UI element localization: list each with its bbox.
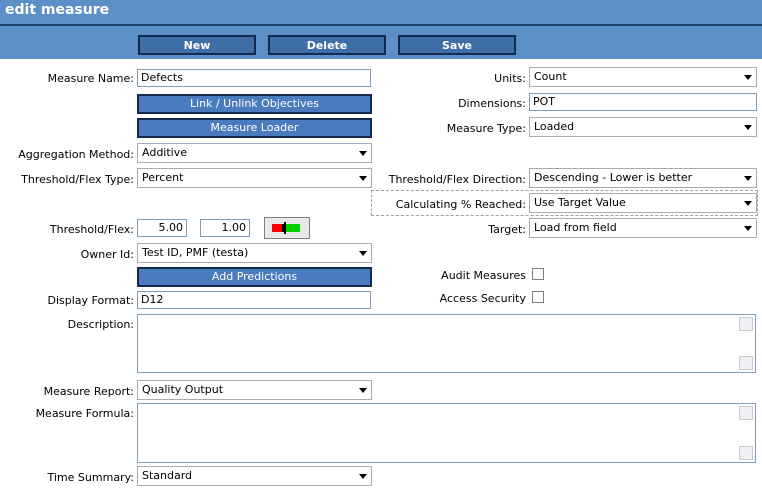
units-label: Units: [494, 72, 526, 85]
display-format-label: Display Format: [47, 294, 134, 307]
calculating-reached-label: Calculating % Reached: [395, 198, 526, 211]
dimensions-label: Dimensions: [458, 97, 526, 110]
add-predictions-button[interactable]: Add Predictions [137, 267, 372, 287]
measure-report-select[interactable]: Quality Output [137, 380, 372, 400]
dimensions-input[interactable]: POT [529, 93, 757, 111]
measure-type-label: Measure Type: [446, 122, 526, 135]
link-objectives-button[interactable]: Link / Unlink Objectives [137, 94, 372, 114]
threshold-flex-type-value: Percent [142, 171, 184, 184]
owner-id-value: Test ID, PMF (testa) [142, 246, 249, 259]
chevron-down-icon [359, 176, 367, 181]
time-summary-label: Time Summary: [47, 471, 134, 484]
scroll-up-icon[interactable] [739, 406, 753, 420]
title-bar: edit measure [0, 0, 762, 26]
measure-type-value: Loaded [534, 120, 575, 133]
measure-name-label: Measure Name: [47, 72, 134, 85]
chevron-down-icon [744, 75, 752, 80]
delete-button[interactable]: Delete [268, 35, 386, 55]
new-button[interactable]: New [138, 35, 256, 55]
units-value: Count [534, 70, 567, 83]
chevron-down-icon [359, 388, 367, 393]
scroll-up-icon[interactable] [739, 317, 753, 331]
chevron-down-icon [359, 251, 367, 256]
aggregation-method-value: Additive [142, 146, 187, 159]
gauge-icon [272, 222, 300, 234]
measure-type-select[interactable]: Loaded [529, 117, 757, 137]
threshold-flex-type-select[interactable]: Percent [137, 168, 372, 188]
owner-id-select[interactable]: Test ID, PMF (testa) [137, 243, 372, 263]
measure-report-label: Measure Report: [43, 385, 134, 398]
page-title: edit measure [5, 2, 110, 18]
chevron-down-icon [744, 226, 752, 231]
audit-measures-checkbox[interactable] [532, 268, 544, 280]
measure-loader-button[interactable]: Measure Loader [137, 118, 372, 138]
calculating-reached-select[interactable]: Use Target Value [529, 193, 757, 213]
units-select[interactable]: Count [529, 67, 757, 87]
threshold-gauge-button[interactable] [264, 217, 310, 239]
chevron-down-icon [744, 176, 752, 181]
access-security-label: Access Security [439, 292, 526, 305]
save-button[interactable]: Save [398, 35, 516, 55]
chevron-down-icon [744, 201, 752, 206]
time-summary-value: Standard [142, 469, 193, 482]
display-format-input[interactable]: D12 [137, 291, 371, 309]
threshold-flex-direction-label: Threshold/Flex Direction: [388, 173, 526, 186]
calculating-reached-value: Use Target Value [534, 196, 626, 209]
target-label: Target: [488, 223, 526, 236]
threshold-flex-direction-value: Descending - Lower is better [534, 171, 693, 184]
measure-formula-label: Measure Formula: [35, 407, 134, 420]
flex-input[interactable]: 1.00 [200, 219, 250, 237]
scroll-down-icon[interactable] [739, 446, 753, 460]
target-value: Load from field [534, 221, 617, 234]
description-label: Description: [67, 318, 134, 331]
threshold-flex-type-label: Threshold/Flex Type: [21, 173, 134, 186]
aggregation-method-label: Aggregation Method: [18, 148, 134, 161]
target-select[interactable]: Load from field [529, 218, 757, 238]
aggregation-method-select[interactable]: Additive [137, 143, 372, 163]
chevron-down-icon [359, 151, 367, 156]
scroll-down-icon[interactable] [739, 356, 753, 370]
chevron-down-icon [359, 474, 367, 479]
owner-id-label: Owner Id: [80, 248, 134, 261]
measure-formula-textarea[interactable] [137, 403, 756, 463]
measure-name-input[interactable]: Defects [137, 69, 371, 87]
chevron-down-icon [744, 125, 752, 130]
access-security-checkbox[interactable] [532, 291, 544, 303]
description-textarea[interactable] [137, 314, 756, 373]
toolbar: New Delete Save [0, 26, 762, 59]
time-summary-select[interactable]: Standard [137, 466, 372, 486]
threshold-input[interactable]: 5.00 [137, 219, 187, 237]
audit-measures-label: Audit Measures [441, 269, 526, 282]
threshold-flex-direction-select[interactable]: Descending - Lower is better [529, 168, 757, 188]
measure-report-value: Quality Output [142, 383, 224, 396]
threshold-flex-label: Threshold/Flex: [49, 223, 134, 236]
